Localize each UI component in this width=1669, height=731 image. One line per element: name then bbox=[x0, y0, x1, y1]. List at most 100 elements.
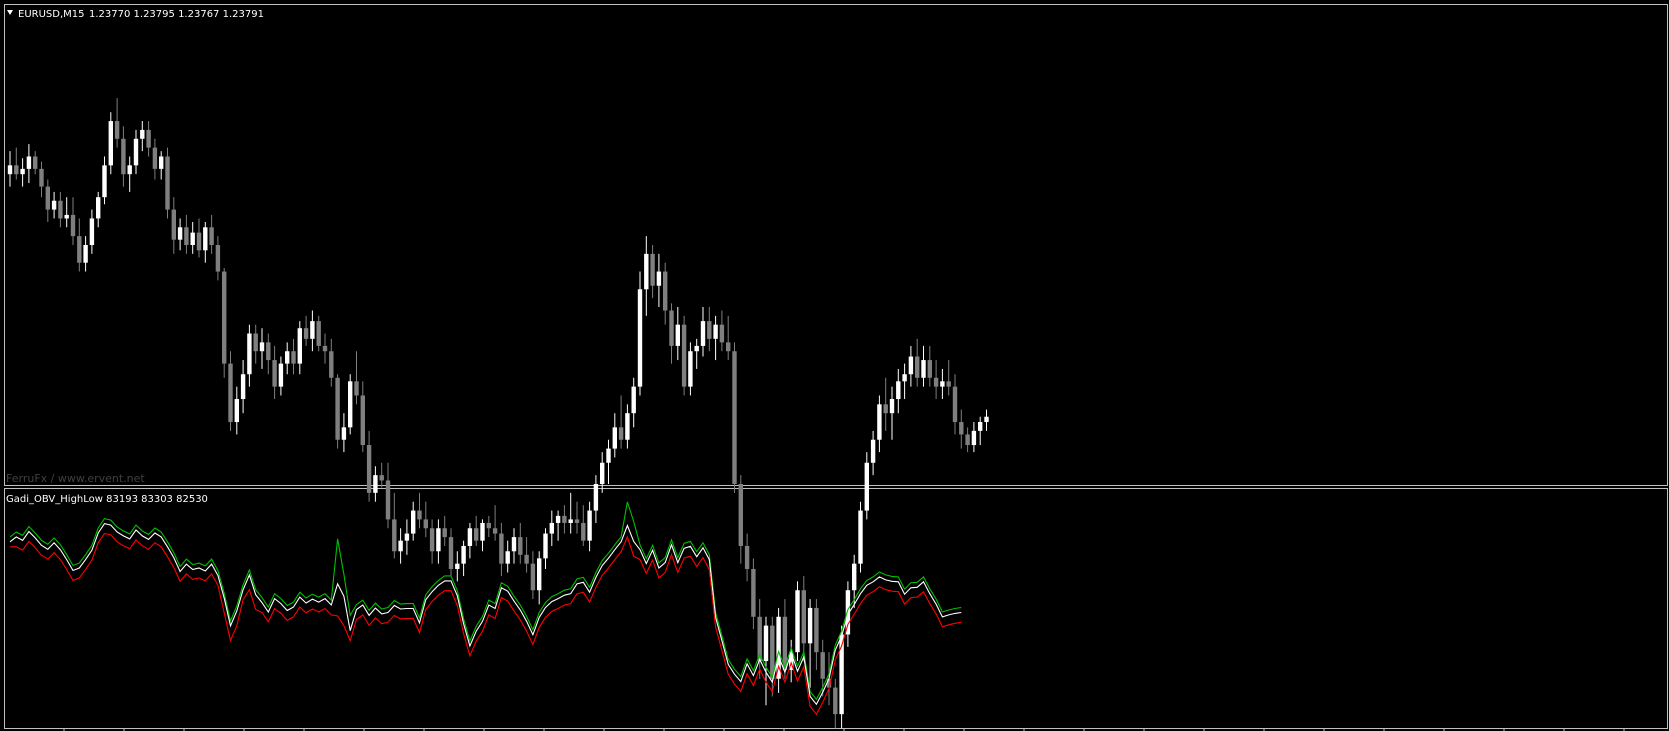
watermark: FerruFx / www.ervent.net bbox=[6, 472, 145, 485]
candle-body bbox=[801, 590, 806, 644]
candle-body bbox=[511, 537, 517, 552]
candle-body bbox=[51, 200, 57, 210]
candle-body bbox=[423, 519, 428, 529]
candle-body bbox=[984, 416, 989, 423]
candle-body bbox=[322, 345, 328, 352]
candle-body bbox=[852, 563, 857, 591]
candle-body bbox=[285, 351, 290, 364]
candle-body bbox=[933, 377, 939, 387]
candle-body bbox=[763, 625, 769, 662]
candle bbox=[165, 147, 170, 219]
candle-body bbox=[921, 360, 926, 378]
candle-body bbox=[45, 186, 50, 210]
candle-body bbox=[738, 484, 743, 546]
candle-body bbox=[959, 422, 964, 435]
candle-body bbox=[291, 351, 296, 364]
symbol-label: EURUSD,M15 bbox=[18, 9, 84, 20]
candle-body bbox=[675, 324, 680, 346]
candle-body bbox=[537, 558, 542, 591]
candle-body bbox=[593, 484, 599, 511]
candle-body bbox=[965, 434, 970, 446]
candle-body bbox=[807, 607, 813, 644]
candle-body bbox=[864, 462, 869, 511]
candle-body bbox=[858, 510, 863, 564]
candle-body bbox=[184, 227, 189, 245]
candle-body bbox=[656, 271, 662, 286]
candle-body bbox=[152, 147, 158, 169]
candle-body bbox=[486, 522, 491, 529]
candle-body bbox=[978, 422, 983, 431]
candle-body bbox=[499, 533, 504, 564]
candle-body bbox=[631, 386, 636, 414]
candle-body bbox=[234, 399, 239, 423]
candle-body bbox=[442, 528, 447, 538]
candle-body bbox=[373, 475, 378, 493]
candle bbox=[348, 374, 353, 435]
candle-body bbox=[177, 227, 183, 240]
candle-body bbox=[877, 404, 882, 440]
candle-body bbox=[108, 121, 113, 166]
candle-body bbox=[360, 395, 365, 446]
candle-body bbox=[190, 232, 195, 245]
candle-body bbox=[908, 356, 914, 375]
candle-body bbox=[889, 399, 895, 414]
candle-body bbox=[587, 510, 592, 541]
candle-body bbox=[247, 333, 252, 375]
candle-body bbox=[555, 515, 561, 523]
candle-body bbox=[581, 522, 586, 541]
candle-body bbox=[612, 427, 617, 449]
candle-body bbox=[335, 377, 340, 440]
candle-body bbox=[26, 156, 32, 169]
candle-body bbox=[64, 214, 69, 219]
candle-body bbox=[366, 445, 372, 493]
candle-body bbox=[341, 427, 347, 440]
candle-body bbox=[171, 209, 176, 240]
candle-body bbox=[127, 165, 132, 175]
candle-body bbox=[303, 328, 309, 339]
candle-body bbox=[700, 321, 706, 346]
candle-body bbox=[719, 324, 725, 343]
candle-body bbox=[102, 165, 107, 198]
candle-body bbox=[215, 245, 221, 272]
candle-body bbox=[385, 480, 391, 520]
indicator-label: Gadi_OBV_HighLow 83193 83303 82530 bbox=[6, 494, 208, 505]
trading-chart[interactable]: EURUSD,M15 1.23770 1.23795 1.23767 1.237… bbox=[0, 0, 1669, 731]
candle-body bbox=[732, 351, 737, 484]
candle-body bbox=[681, 324, 687, 387]
candle-body bbox=[927, 360, 932, 378]
candle-body bbox=[196, 232, 202, 251]
candle-body bbox=[253, 333, 258, 352]
candle-body bbox=[58, 200, 63, 219]
candle-body bbox=[429, 528, 435, 552]
candle-body bbox=[448, 537, 454, 569]
candle-body bbox=[492, 528, 498, 534]
candle-body bbox=[518, 537, 523, 555]
candle-body bbox=[726, 342, 731, 352]
candle bbox=[637, 271, 643, 396]
ohlc-label: 1.23770 1.23795 1.23767 1.23791 bbox=[89, 9, 264, 20]
candle-body bbox=[952, 386, 958, 423]
candle-body bbox=[833, 687, 838, 715]
candle-body bbox=[392, 519, 397, 552]
candle-body bbox=[354, 381, 359, 396]
candle-body bbox=[222, 271, 227, 364]
candle-body bbox=[606, 448, 611, 463]
candle-body bbox=[159, 156, 164, 169]
candle bbox=[858, 501, 863, 573]
candle-body bbox=[83, 245, 88, 263]
candle-body bbox=[455, 563, 460, 569]
candle-body bbox=[650, 253, 655, 286]
candle-body bbox=[70, 214, 76, 237]
candle-body bbox=[266, 342, 271, 361]
candle-body bbox=[96, 197, 101, 219]
candle-body bbox=[751, 568, 756, 617]
candle bbox=[795, 581, 800, 662]
candle-body bbox=[121, 138, 126, 175]
candle-body bbox=[33, 156, 38, 169]
candle-body bbox=[574, 519, 580, 523]
candle-body bbox=[707, 321, 712, 339]
candle-body bbox=[694, 345, 699, 352]
candle-body bbox=[480, 522, 485, 541]
candle-body bbox=[467, 528, 473, 546]
candle-body bbox=[795, 590, 800, 653]
